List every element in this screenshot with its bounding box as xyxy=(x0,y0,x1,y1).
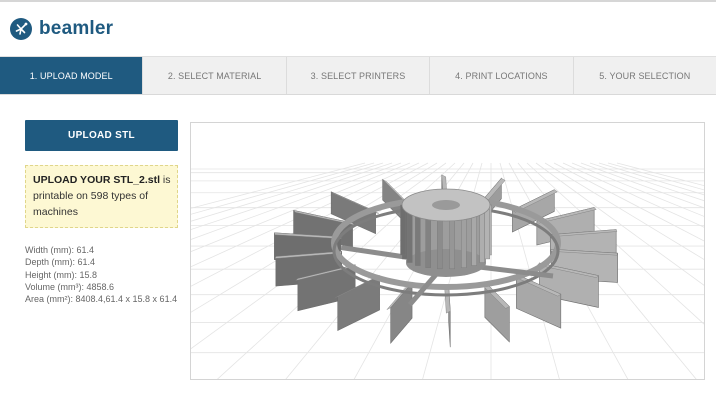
model-viewer[interactable] xyxy=(190,122,705,380)
gear-wheel-3d-model[interactable] xyxy=(274,174,618,348)
tab-print-locations[interactable]: 4. PRINT LOCATIONS xyxy=(430,57,574,94)
upload-stl-button[interactable]: UPLOAD STL xyxy=(25,120,178,151)
gear-hub-tooth xyxy=(449,218,455,270)
step-tabs: 1. UPLOAD MODEL 2. SELECT MATERIAL 3. SE… xyxy=(0,56,716,95)
tab-upload-model[interactable]: 1. UPLOAD MODEL xyxy=(0,57,144,94)
page: beamler 1. UPLOAD MODEL 2. SELECT MATERI… xyxy=(0,0,716,402)
gear-hub-tooth xyxy=(471,215,477,266)
tab-select-printers[interactable]: 3. SELECT PRINTERS xyxy=(286,57,431,94)
dimension-volume: Volume (mm³): 4858.6 xyxy=(25,281,115,292)
gear-hub-tooth xyxy=(461,217,467,268)
gear-hub-tooth xyxy=(425,217,431,268)
tab-your-selection[interactable]: 5. YOUR SELECTION xyxy=(573,57,716,94)
header: beamler xyxy=(0,2,716,56)
gear-hub-hole xyxy=(432,200,460,210)
grid-line xyxy=(607,162,704,191)
dimension-height: Height (mm): 15.8 xyxy=(25,269,98,280)
gear-hub-tooth xyxy=(400,204,406,256)
printable-notice: UPLOAD YOUR STL_2.stl is printable on 59… xyxy=(25,165,178,228)
model-dimensions: Width (mm): 61.4 Depth (mm): 61.4 Height… xyxy=(25,244,178,305)
gear-hub-tooth xyxy=(484,208,490,260)
dimension-depth: Depth (mm): 61.4 xyxy=(25,257,96,268)
tab-select-material[interactable]: 2. SELECT MATERIAL xyxy=(143,57,287,94)
brand-logo-text[interactable]: beamler xyxy=(39,18,113,40)
grid-line xyxy=(616,162,704,187)
viewer-canvas[interactable] xyxy=(191,123,705,380)
gear-hub-tooth xyxy=(479,212,485,263)
gear-hub-tooth xyxy=(437,218,443,270)
gear-hub-tooth xyxy=(407,212,413,263)
gear-hub-tooth xyxy=(415,215,421,266)
notice-filename: UPLOAD YOUR STL_2.stl xyxy=(33,174,160,186)
star-burst-icon[interactable] xyxy=(10,18,32,40)
dimension-area: Area (mm²): 8408.4,61.4 x 15.8 x 61.4 xyxy=(25,294,178,305)
sidebar: UPLOAD STL UPLOAD YOUR STL_2.stl is prin… xyxy=(25,120,178,305)
dimension-width: Width (mm): 61.4 xyxy=(25,245,95,255)
